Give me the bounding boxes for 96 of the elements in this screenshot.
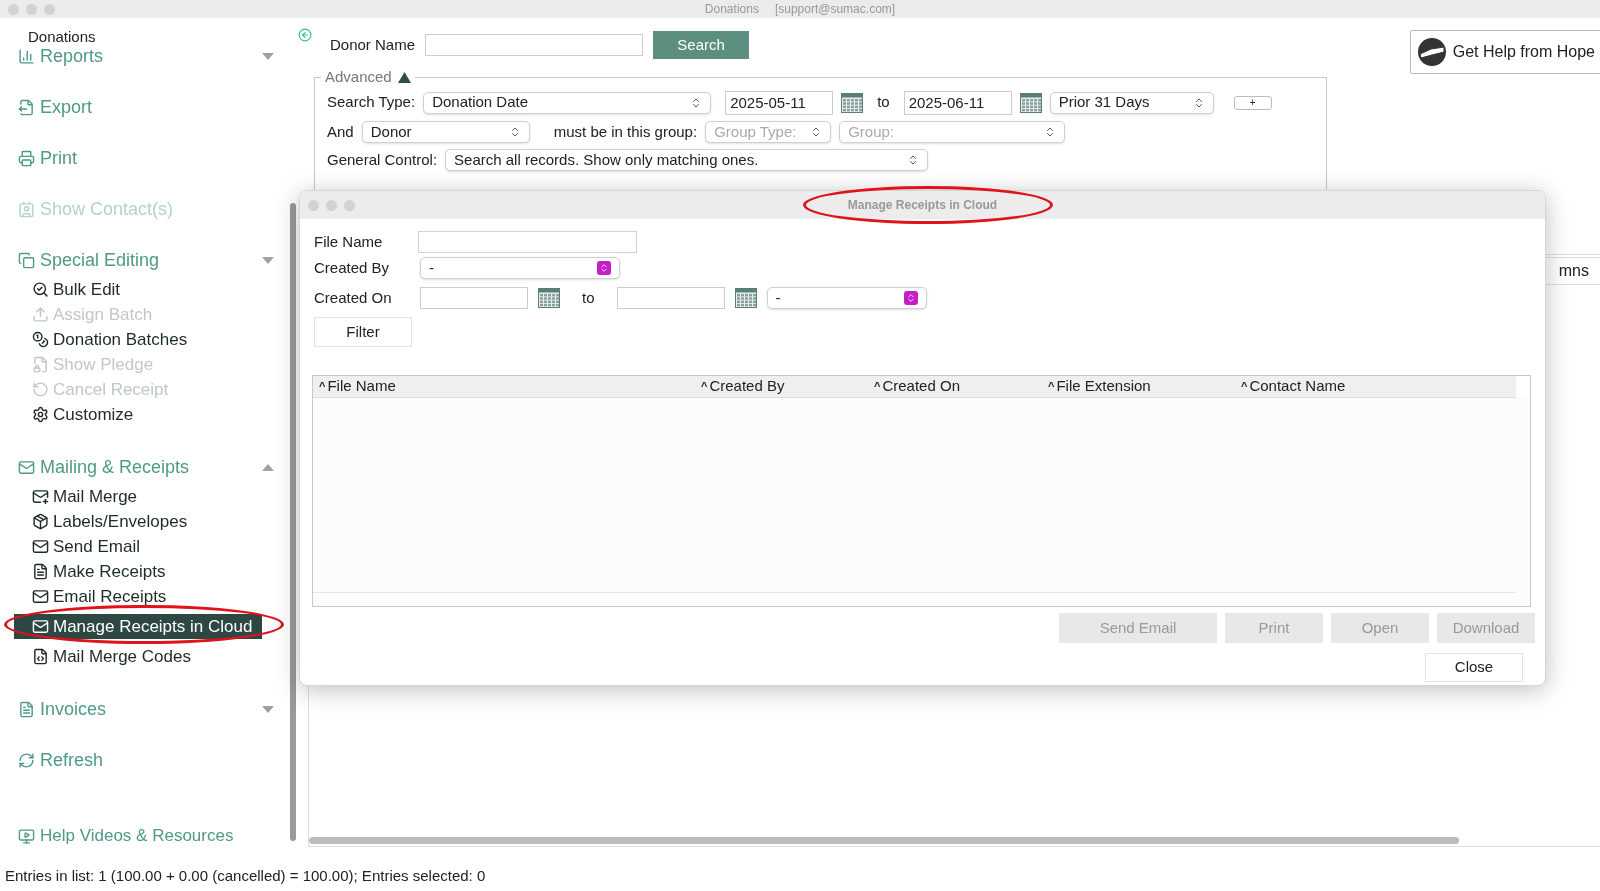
date-field[interactable]: 2025-06-11 (903, 90, 1012, 115)
column-header[interactable]: ^File Name (313, 376, 695, 397)
printer-icon (18, 149, 35, 167)
sidebar-item[interactable]: Customize (14, 402, 262, 427)
search-check-icon (32, 281, 49, 298)
copy-icon (18, 251, 35, 269)
date-field[interactable] (420, 287, 528, 309)
document-icon (18, 700, 35, 718)
sidebar-item[interactable]: Mail Merge Codes (14, 644, 262, 669)
date-field[interactable] (616, 287, 725, 309)
handshake-icon (1416, 37, 1447, 67)
field-label: Created By (314, 257, 391, 278)
mail-plus-icon (32, 488, 49, 505)
window-title: Donations (704, 1, 759, 18)
window-control-icon[interactable] (44, 3, 55, 15)
sidebar-item[interactable]: Mail Merge (14, 484, 262, 509)
account-email: [support@sumac.com] (774, 1, 896, 18)
status-text: Entries in list: 1 (100.00 + 0.00 (cancelled) = 100.00); Entries selected: 0 (4, 865, 487, 886)
package-icon (32, 513, 49, 530)
sidebar-item[interactable]: Bulk Edit (14, 277, 262, 302)
field-label: File Name (314, 231, 384, 252)
field-label: Created On (314, 287, 393, 308)
mail-icon (18, 458, 35, 476)
sidebar-item[interactable]: Make Receipts (14, 559, 262, 584)
window-control-icon[interactable] (326, 199, 337, 211)
created-by-select[interactable]: - (420, 257, 620, 279)
stepper-icon (597, 261, 611, 275)
scrollbar[interactable] (290, 203, 296, 841)
donor-type-select[interactable]: Donor (361, 120, 530, 143)
sort-icon: ^ (1241, 378, 1248, 395)
collapse-icon[interactable] (298, 28, 312, 42)
donor-name-field[interactable] (425, 34, 644, 56)
scrollbar[interactable] (309, 837, 1459, 844)
stepper-icon (903, 291, 918, 305)
coins-icon (32, 331, 49, 348)
advanced-toggle[interactable]: Advanced (325, 66, 392, 89)
window-control-icon[interactable] (344, 199, 355, 211)
column-header[interactable]: ^Created By (695, 376, 868, 397)
caret-down-icon[interactable] (262, 256, 274, 264)
code-document-icon (32, 648, 49, 665)
window-control-icon[interactable] (308, 199, 319, 211)
document-icon (32, 563, 49, 580)
gear-icon (32, 406, 49, 423)
field-label: General Control: (327, 150, 438, 170)
sidebar-item[interactable]: Send Email (14, 534, 262, 559)
add-button[interactable]: + (1233, 95, 1272, 110)
mail-icon (32, 618, 49, 635)
sidebar-item[interactable]: Donation Batches (14, 327, 262, 352)
sort-icon: ^ (1048, 378, 1055, 395)
caret-up-icon[interactable] (262, 463, 274, 471)
column-header[interactable]: ^Created On (868, 376, 1042, 397)
sidebar-title: Donations (27, 29, 97, 45)
search-button[interactable]: Search (653, 31, 750, 59)
locked-document-icon (32, 356, 49, 373)
field-label: Donor Name (330, 34, 416, 55)
column-header[interactable]: ^File Extension (1042, 376, 1235, 397)
close-button[interactable]: Close (1425, 653, 1523, 682)
undo-icon (32, 381, 49, 398)
date-range-select[interactable]: - (766, 287, 927, 309)
dialog-title: Manage Receipts in Cloud (847, 197, 998, 214)
help-button[interactable]: Get Help from Hope (1409, 30, 1600, 74)
mail-icon (32, 538, 49, 555)
triangle-up-icon[interactable] (397, 71, 411, 83)
sort-icon: ^ (701, 378, 708, 395)
calendar-icon[interactable] (734, 288, 757, 308)
date-field[interactable]: 2025-05-11 (725, 90, 834, 115)
field-label: to (877, 92, 890, 113)
video-icon (18, 827, 35, 845)
sidebar-item[interactable]: Labels/Envelopes (14, 509, 262, 534)
field-label: Search Type: (327, 92, 416, 113)
column-header[interactable]: ^Contact Name (1235, 376, 1516, 397)
sort-icon: ^ (319, 378, 326, 395)
filter-button[interactable]: Filter (314, 317, 412, 347)
refresh-icon (18, 751, 35, 769)
caret-down-icon[interactable] (262, 52, 274, 60)
window-control-icon[interactable] (8, 3, 19, 15)
calendar-icon[interactable] (538, 288, 560, 308)
sort-icon: ^ (874, 378, 881, 395)
period-select[interactable]: Prior 31 Days (1049, 91, 1214, 114)
field-label: must be in this group: (553, 121, 698, 142)
mail-icon (32, 588, 49, 605)
window-control-icon[interactable] (26, 3, 37, 15)
field-label: And (327, 121, 354, 142)
search-type-select[interactable]: Donation Date (423, 91, 712, 114)
sidebar-item[interactable]: Email Receipts (14, 584, 262, 609)
field-label: to (582, 287, 595, 308)
caret-down-icon[interactable] (262, 705, 274, 713)
calendar-icon[interactable] (841, 92, 864, 113)
upload-icon (32, 306, 49, 323)
contact-card-icon (18, 200, 35, 218)
bar-chart-icon (18, 47, 35, 65)
file-name-field[interactable] (418, 231, 637, 253)
calendar-icon[interactable] (1019, 92, 1042, 113)
sidebar-item[interactable]: Manage Receipts in Cloud (14, 614, 262, 639)
export-icon (18, 98, 35, 116)
general-control-select[interactable]: Search all records. Show only matching ones. (445, 149, 929, 172)
